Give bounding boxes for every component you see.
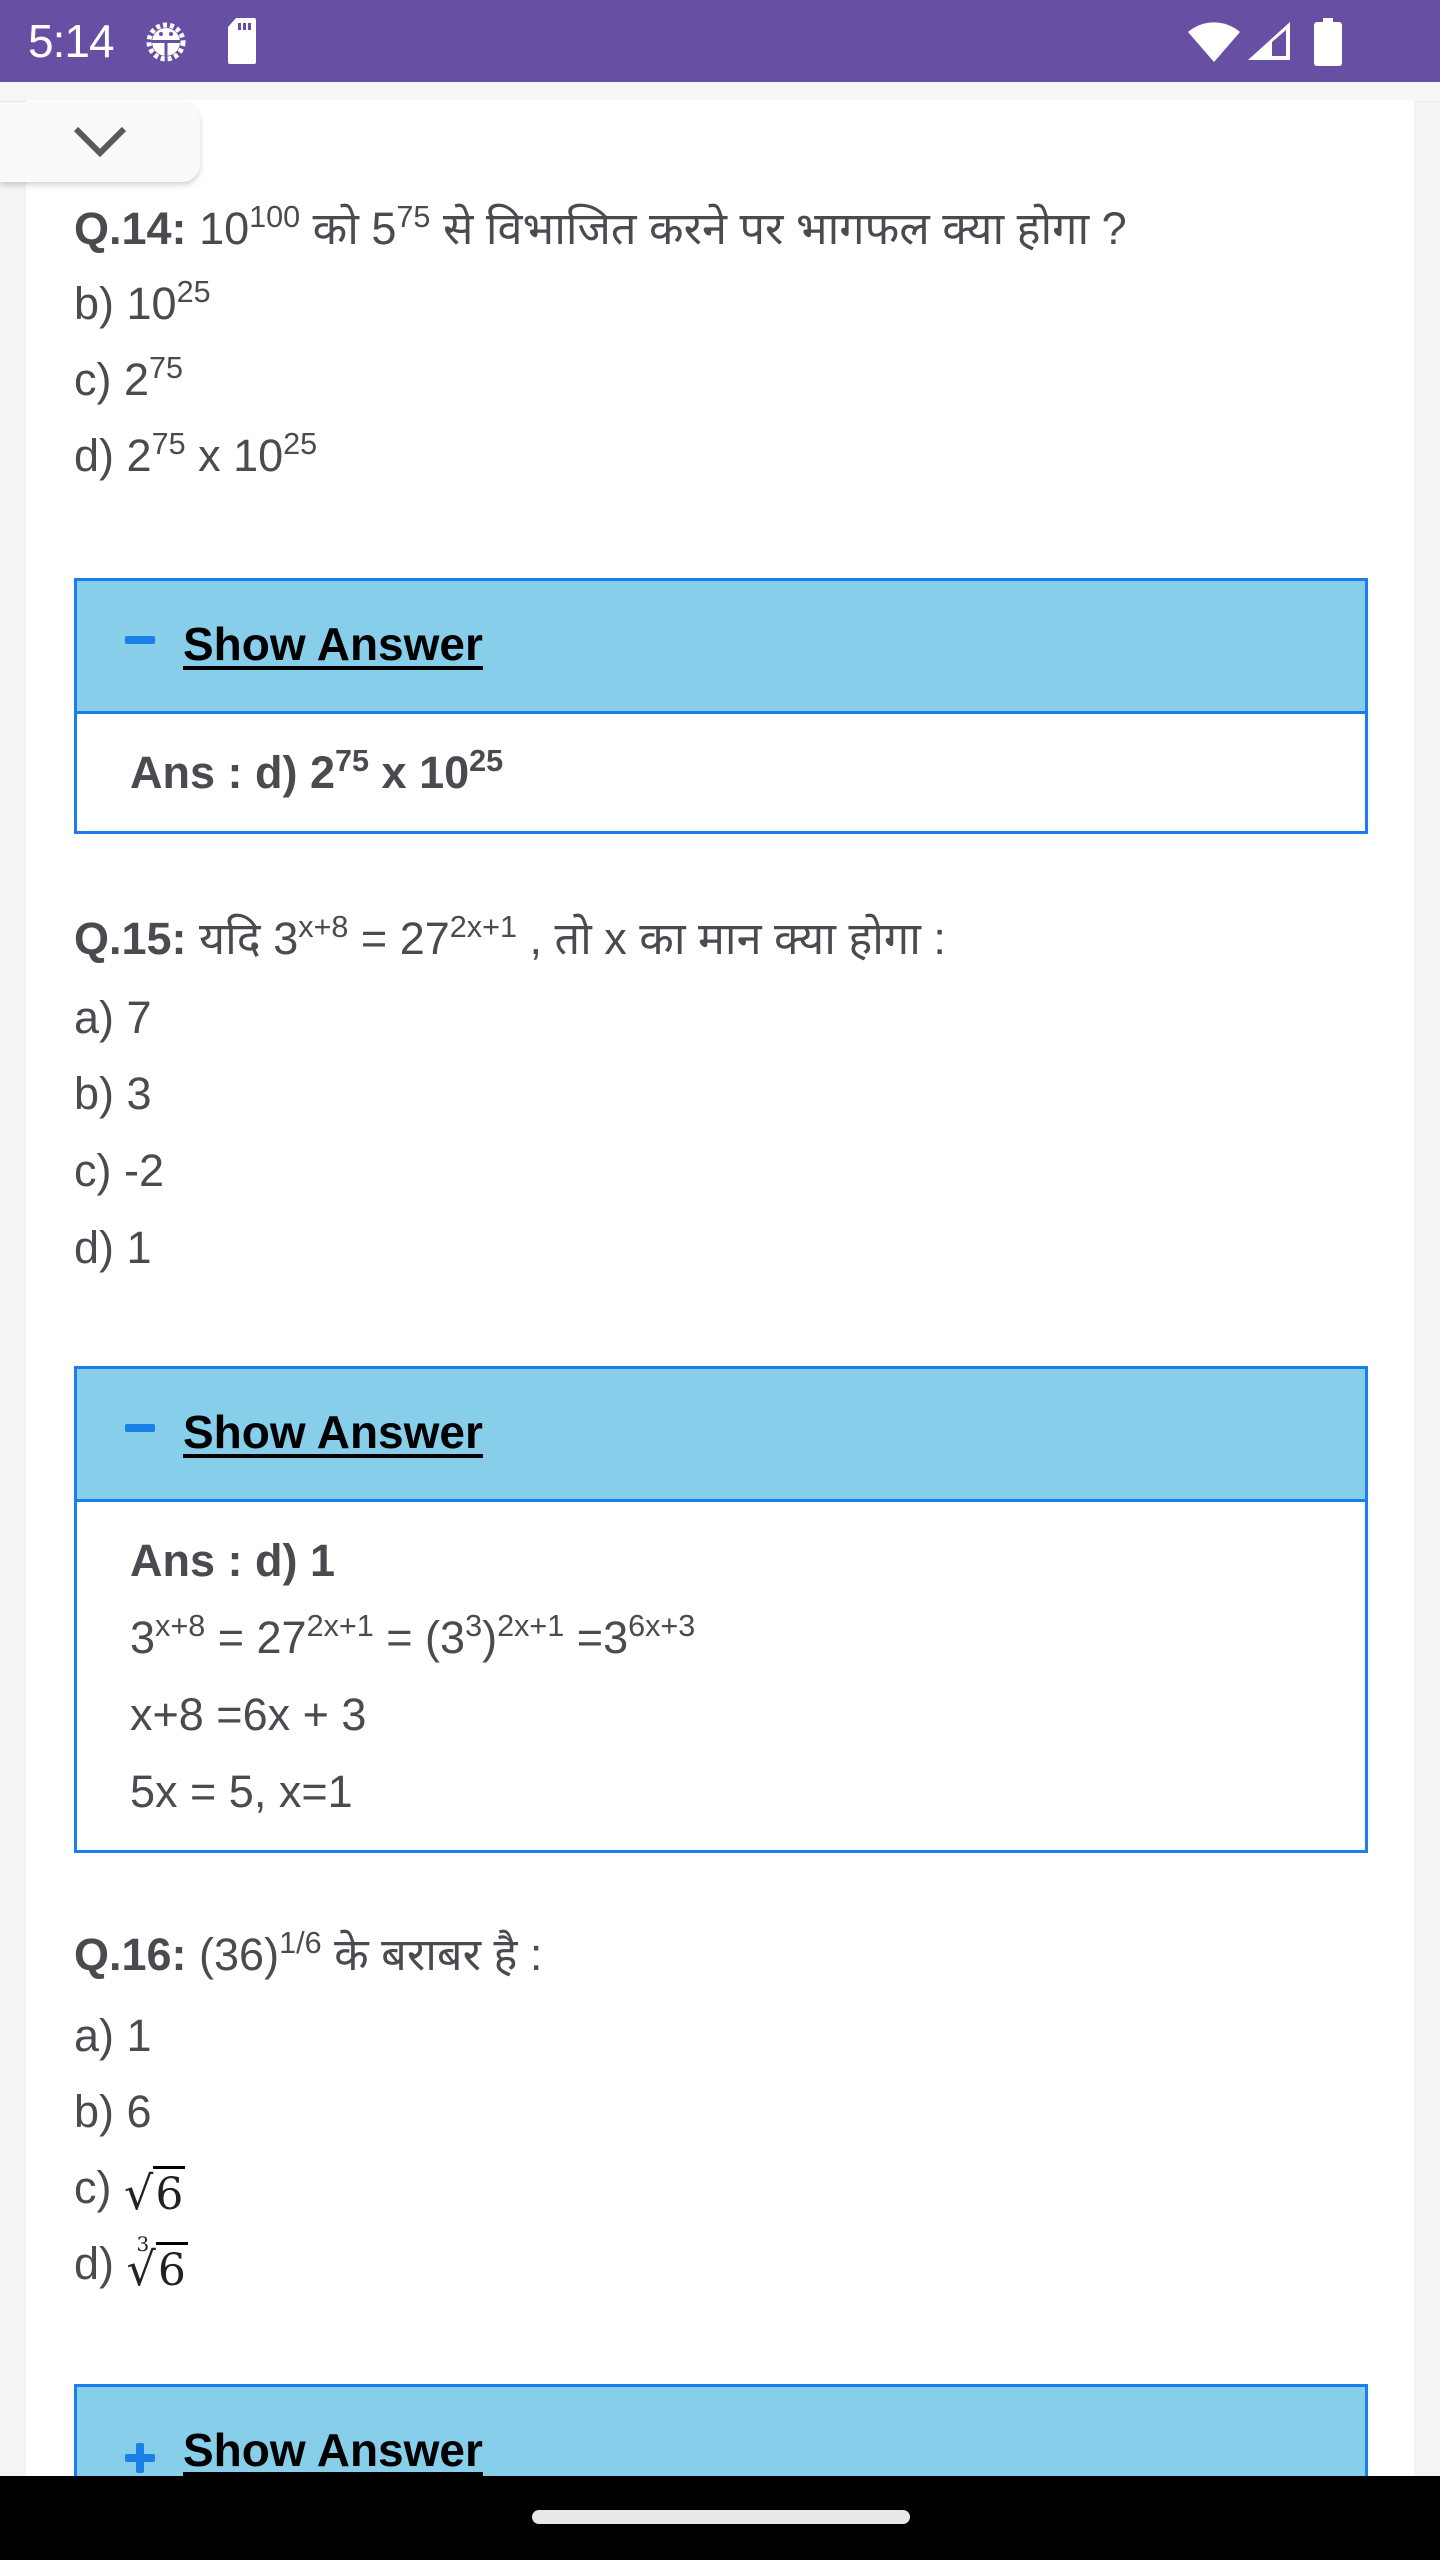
status-bar: 5:14 (0, 0, 1440, 82)
option-b: b) 1025 (74, 275, 211, 329)
minus-icon (125, 636, 155, 644)
solution-line: x+8 =6x + 3 (130, 1689, 367, 1740)
answer-body: Ans : d) 1 3x+8 = 272x+1 = (33)2x+1 =36x… (77, 1502, 1365, 1850)
answer-body: Ans : d) 275 x 1025 (77, 714, 1365, 831)
show-answer-link[interactable]: Show Answer (183, 2423, 483, 2477)
solution-line: 5x = 5, x=1 (130, 1766, 353, 1817)
show-answer-link[interactable]: Show Answer (183, 617, 483, 671)
option-a: a) 1 (74, 2010, 152, 2061)
collapse-toolbar-button[interactable] (0, 102, 200, 182)
answer-panel-14: Show Answer Ans : d) 275 x 1025 (74, 578, 1368, 834)
option-c: c) √6 (74, 2162, 186, 2220)
chevron-down-icon (73, 126, 127, 158)
option-c: c) 275 (74, 351, 184, 405)
option-c: c) -2 (74, 1145, 165, 1196)
cell-signal-icon (1248, 22, 1290, 60)
sd-card-icon (228, 18, 256, 64)
wifi-icon (1188, 22, 1240, 62)
question-number: Q.16: (74, 1929, 187, 1980)
option-b: b) 6 (74, 2086, 152, 2137)
show-answer-link[interactable]: Show Answer (183, 1405, 483, 1459)
answer-line: Ans : d) 275 x 1025 (130, 744, 504, 798)
option-d: d) 1 (74, 1222, 152, 1273)
question-16: Q.16: (36)1/6 के बराबर है : (74, 1926, 543, 1980)
battery-icon (1314, 18, 1342, 66)
android-debug-icon (146, 22, 186, 62)
top-strip (0, 82, 1440, 102)
home-gesture-handle[interactable] (532, 2510, 910, 2524)
square-root-expression: √6 (124, 2166, 186, 2220)
answer-toggle-header[interactable]: Show Answer (77, 581, 1365, 714)
option-d: d) 3 √6 (74, 2232, 188, 2296)
solution-line: 3x+8 = 272x+1 = (33)2x+1 =36x+3 (130, 1609, 696, 1663)
option-a: a) 7 (74, 992, 152, 1043)
status-time: 5:14 (28, 15, 115, 67)
plus-icon (125, 2443, 155, 2473)
minus-icon (125, 1424, 155, 1432)
answer-line: Ans : d) 1 (130, 1535, 336, 1586)
question-number: Q.14: (74, 203, 187, 254)
cube-root-expression: 3 √6 (126, 2232, 188, 2296)
option-b: b) 3 (74, 1068, 152, 1119)
question-number: Q.15: (74, 913, 187, 964)
question-15: Q.15: यदि 3x+8 = 272x+1 , तो x का मान क्… (74, 910, 946, 964)
system-navigation-bar (0, 2476, 1440, 2560)
option-d: d) 275 x 1025 (74, 427, 318, 481)
answer-panel-15: Show Answer Ans : d) 1 3x+8 = 272x+1 = (… (74, 1366, 1368, 1853)
question-14: Q.14: 10100 को 575 से विभाजित करने पर भा… (74, 200, 1127, 254)
answer-toggle-header[interactable]: Show Answer (77, 1369, 1365, 1502)
